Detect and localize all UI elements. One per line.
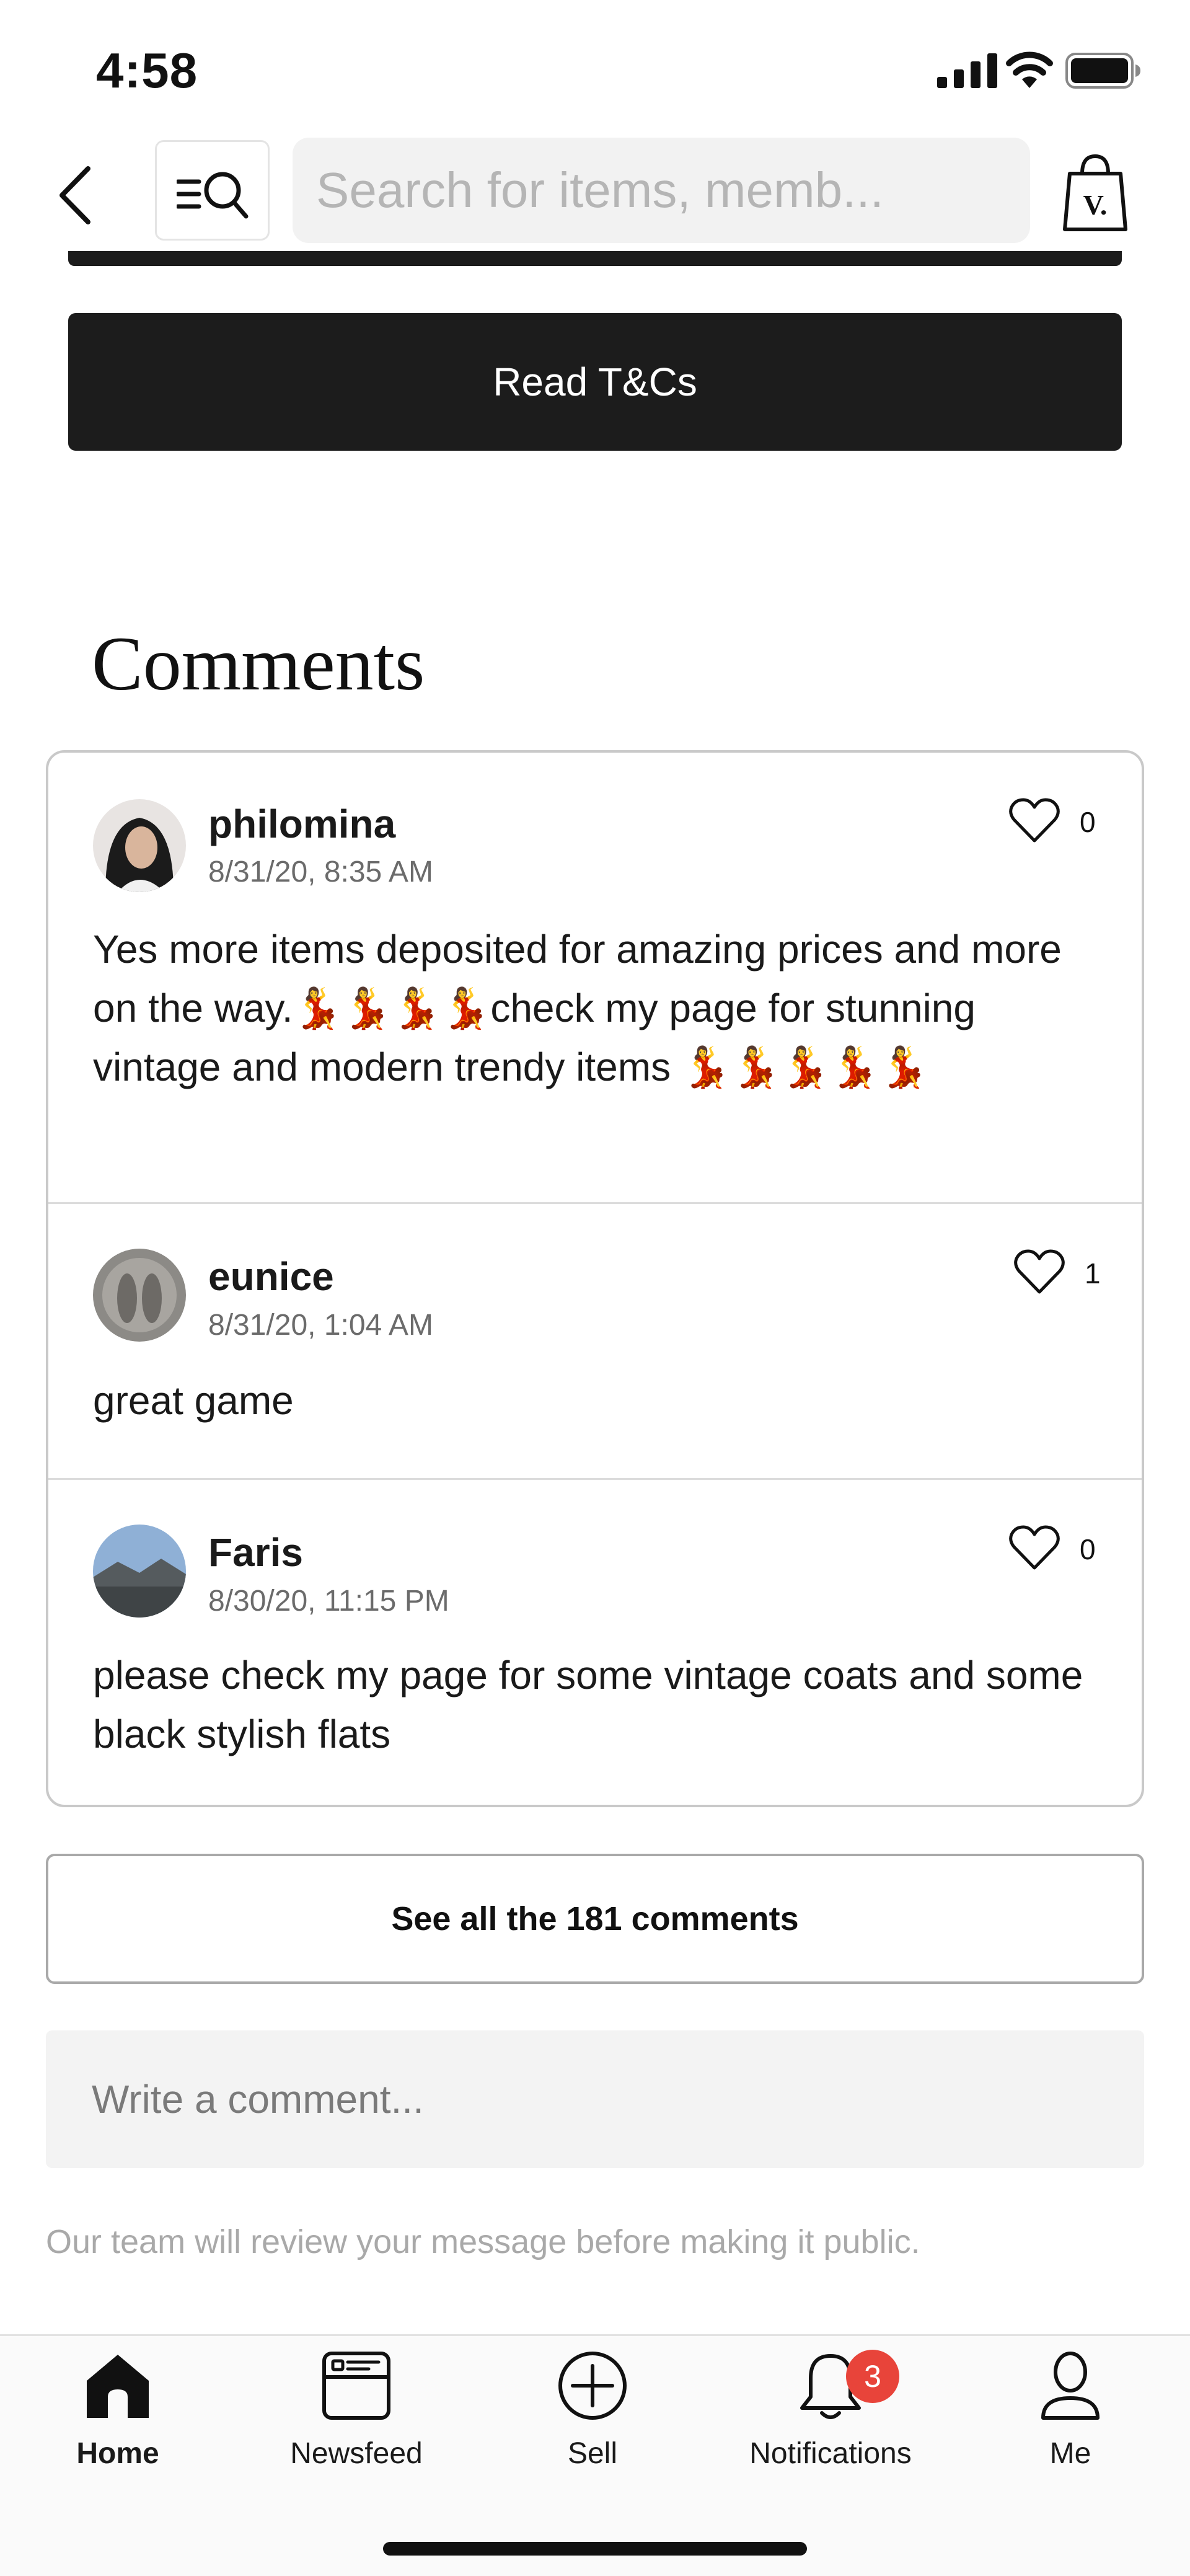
comment-date: 8/31/20, 8:35 AM bbox=[208, 856, 433, 888]
comments-card: philomina 8/31/20, 8:35 AM 0 Yes more it… bbox=[46, 750, 1144, 1807]
tab-label: Newsfeed bbox=[290, 2437, 423, 2470]
clipped-button[interactable] bbox=[68, 251, 1122, 266]
avatar-photo bbox=[93, 1249, 186, 1342]
menu-search-button[interactable] bbox=[155, 140, 270, 241]
tab-label: Me bbox=[1049, 2437, 1091, 2470]
review-note: Our team will review your message before… bbox=[46, 2223, 920, 2260]
home-indicator[interactable] bbox=[383, 2542, 807, 2556]
status-time: 4:58 bbox=[96, 43, 198, 98]
read-terms-button[interactable]: Read T&Cs bbox=[68, 313, 1122, 451]
tab-label: Home bbox=[76, 2437, 159, 2470]
tab-notifications[interactable]: 3 Notifications bbox=[725, 2348, 936, 2497]
cellular-signal-icon bbox=[937, 53, 997, 88]
comment-item: eunice 8/31/20, 1:04 AM 1 great game bbox=[48, 1202, 1142, 1478]
comment-input[interactable] bbox=[46, 2030, 1144, 2168]
menu-search-icon bbox=[177, 172, 249, 219]
comment-text: great game bbox=[93, 1378, 294, 1423]
heart-icon[interactable] bbox=[1009, 797, 1060, 843]
battery-icon bbox=[1065, 53, 1140, 89]
tab-newsfeed[interactable]: Newsfeed bbox=[251, 2348, 462, 2497]
search-input[interactable] bbox=[293, 138, 1030, 243]
comment-item: Faris 8/30/20, 11:15 PM 0 please check m… bbox=[48, 1478, 1142, 1805]
comment-author[interactable]: eunice bbox=[208, 1254, 334, 1299]
tab-home[interactable]: Home bbox=[12, 2348, 223, 2497]
avatar[interactable] bbox=[93, 1249, 186, 1342]
avatar[interactable] bbox=[93, 799, 186, 892]
tab-sell[interactable]: Sell bbox=[487, 2348, 698, 2497]
like-count: 1 bbox=[1085, 1257, 1101, 1290]
bag-logo-letter: V. bbox=[1083, 189, 1108, 221]
comment-date: 8/31/20, 1:04 AM bbox=[208, 1309, 433, 1342]
avatar[interactable] bbox=[93, 1525, 186, 1618]
top-navigation: V. bbox=[0, 136, 1190, 254]
tab-label: Sell bbox=[567, 2437, 618, 2470]
wifi-icon bbox=[1006, 51, 1053, 88]
comment-author[interactable]: Faris bbox=[208, 1529, 303, 1575]
person-icon bbox=[1041, 2352, 1100, 2420]
back-arrow-icon[interactable] bbox=[50, 155, 105, 236]
home-icon bbox=[87, 2355, 149, 2418]
bottom-tab-bar: Home Newsfeed Sell 3 Notifications Me bbox=[0, 2334, 1190, 2576]
heart-icon[interactable] bbox=[1014, 1249, 1065, 1295]
plus-circle-icon bbox=[558, 2352, 627, 2420]
comment-text: Yes more items deposited for amazing pri… bbox=[93, 927, 1062, 1089]
comment-date: 8/30/20, 11:15 PM bbox=[208, 1585, 449, 1618]
avatar-photo bbox=[93, 799, 186, 892]
like-count: 0 bbox=[1080, 1533, 1096, 1565]
tab-label: Notifications bbox=[749, 2437, 912, 2470]
status-bar: 4:58 bbox=[0, 0, 1190, 136]
shopping-bag-icon[interactable]: V. bbox=[1061, 153, 1129, 233]
newsfeed-icon bbox=[322, 2352, 390, 2420]
see-all-comments-button[interactable]: See all the 181 comments bbox=[46, 1854, 1144, 1984]
screen: 4:58 Search for items, memb... V. Read T… bbox=[0, 0, 1190, 2576]
notification-badge: 3 bbox=[846, 2350, 899, 2403]
comment-item: philomina 8/31/20, 8:35 AM 0 Yes more it… bbox=[48, 753, 1142, 1202]
comments-heading: Comments bbox=[92, 621, 425, 706]
tab-me[interactable]: Me bbox=[965, 2348, 1176, 2497]
comment-author[interactable]: philomina bbox=[208, 801, 395, 847]
like-count: 0 bbox=[1080, 806, 1096, 838]
heart-icon[interactable] bbox=[1009, 1525, 1060, 1570]
comment-text: please check my page for some vintage co… bbox=[93, 1653, 1083, 1756]
avatar-photo bbox=[93, 1525, 186, 1618]
